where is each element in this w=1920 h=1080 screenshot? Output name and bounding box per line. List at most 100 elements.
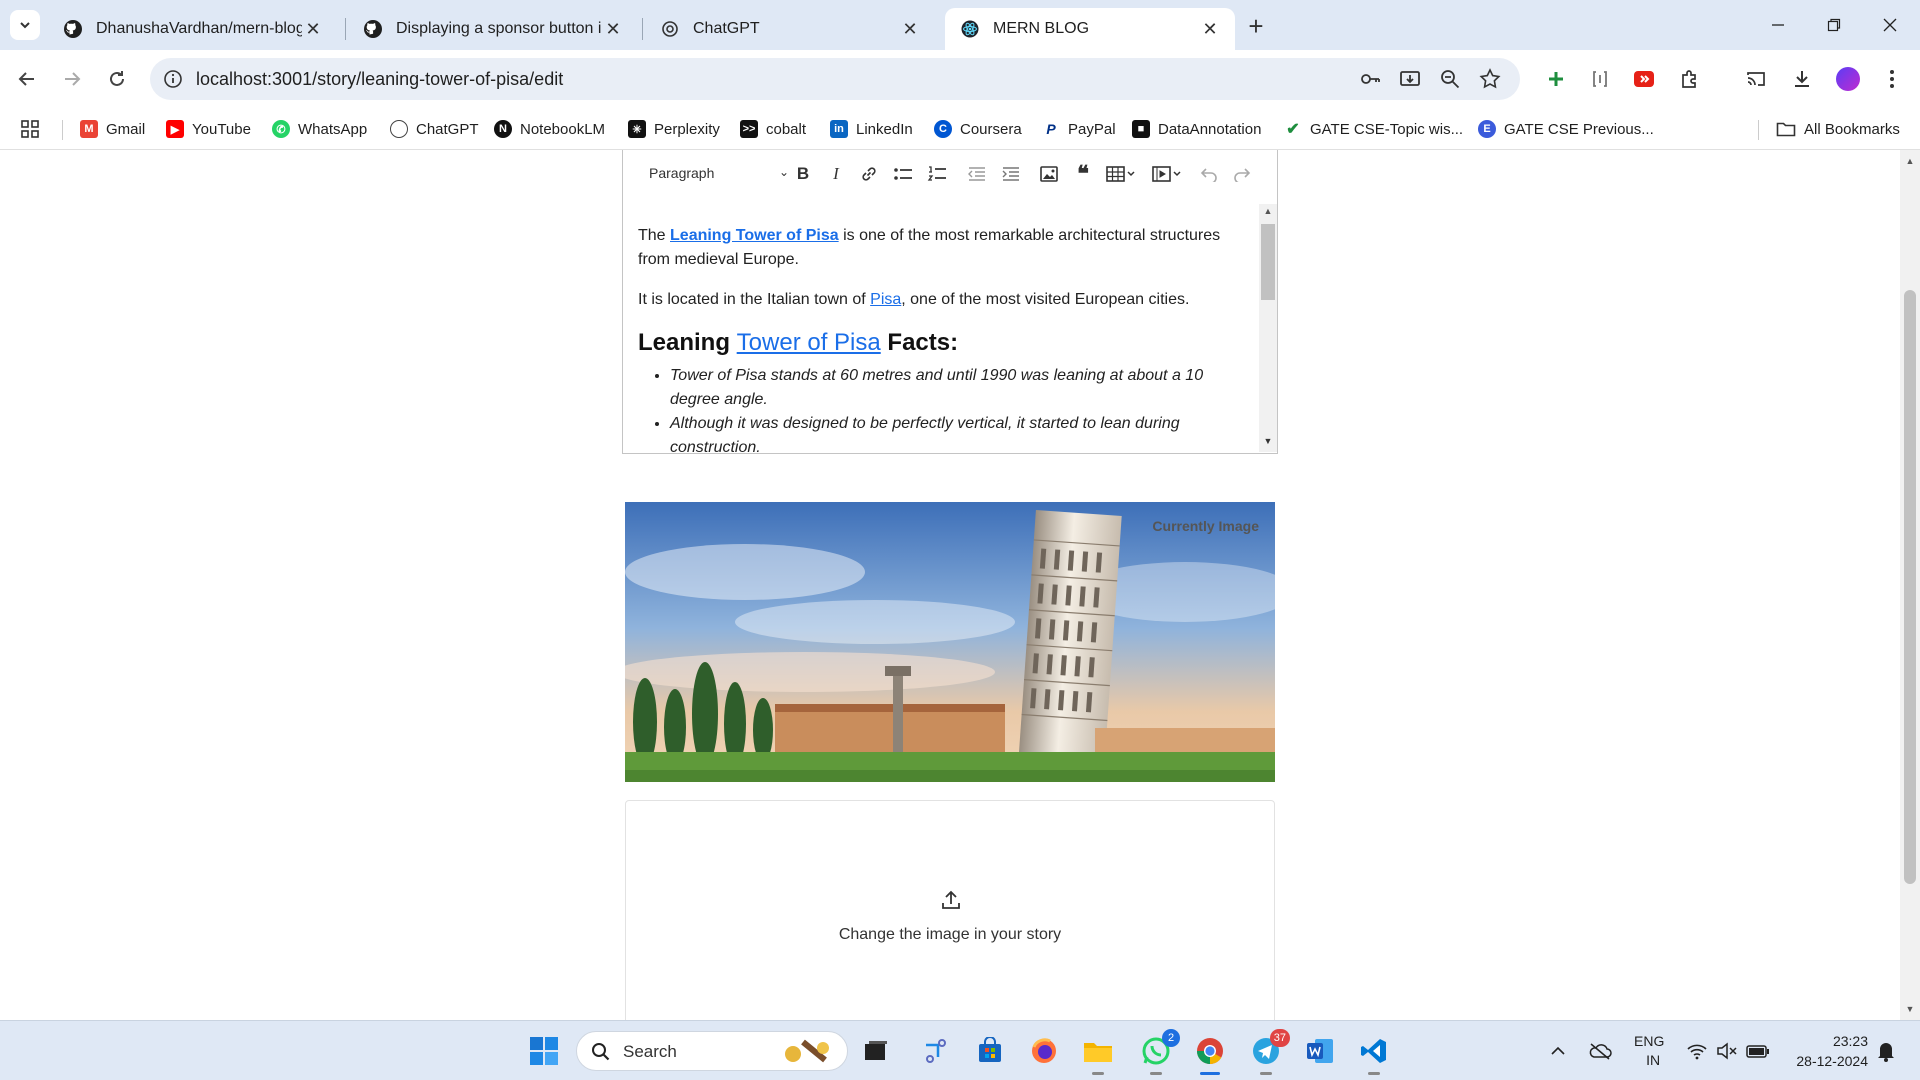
- bookmark-coursera[interactable]: C Coursera: [934, 114, 1022, 144]
- insert-media-button[interactable]: [1147, 160, 1187, 188]
- close-tab-icon[interactable]: ✕: [602, 18, 624, 40]
- download-icon[interactable]: [1788, 65, 1816, 93]
- running-indicator: [1150, 1072, 1162, 1075]
- minimize-button[interactable]: [1750, 0, 1806, 50]
- apps-grid-icon[interactable]: [20, 114, 40, 144]
- cast-icon[interactable]: [1742, 65, 1770, 93]
- close-window-button[interactable]: [1862, 0, 1918, 50]
- undo-button[interactable]: [1195, 160, 1223, 188]
- all-bookmarks[interactable]: All Bookmarks: [1776, 114, 1900, 144]
- microsoft-store-button[interactable]: [972, 1033, 1008, 1069]
- block-format-select[interactable]: Paragraph ⌄: [637, 156, 797, 190]
- outdent-icon: [968, 167, 985, 181]
- battery-status[interactable]: [1746, 1021, 1770, 1080]
- extensions-puzzle-icon[interactable]: [1676, 65, 1704, 93]
- tab-mern-blog[interactable]: MERN BLOG ✕: [945, 8, 1235, 50]
- tab-search-button[interactable]: [10, 10, 40, 40]
- link-pisa[interactable]: Pisa: [870, 291, 901, 308]
- tab-mern-blog-repo[interactable]: DhanushaVardhan/mern-blog ✕: [48, 8, 338, 50]
- editor-scrollbar[interactable]: ▲ ▼: [1259, 204, 1277, 452]
- dataannotation-icon: ■: [1132, 120, 1150, 138]
- redo-button[interactable]: [1228, 160, 1256, 188]
- more-menu-icon[interactable]: [1878, 65, 1906, 93]
- whatsapp-button[interactable]: 2: [1138, 1029, 1180, 1075]
- bookmark-star-icon[interactable]: [1478, 67, 1502, 91]
- link-button[interactable]: [855, 160, 883, 188]
- url-text[interactable]: localhost:3001/story/leaning-tower-of-pi…: [196, 69, 563, 90]
- password-key-icon[interactable]: [1358, 67, 1382, 91]
- show-hidden-icons[interactable]: [1550, 1021, 1566, 1080]
- scroll-down-arrow-icon[interactable]: ▼: [1259, 436, 1277, 450]
- editor-content[interactable]: The Leaning Tower of Pisa is one of the …: [623, 204, 1261, 452]
- restore-button[interactable]: [1806, 0, 1862, 50]
- indent-icon: [1002, 167, 1019, 181]
- windows-logo-icon: [530, 1037, 558, 1065]
- network-status[interactable]: [1686, 1021, 1708, 1080]
- scroll-down-arrow-icon[interactable]: ▼: [1900, 1000, 1920, 1018]
- extension-bracket-icon[interactable]: [1586, 65, 1614, 93]
- profile-avatar[interactable]: [1834, 65, 1862, 93]
- bookmark-gmail[interactable]: M Gmail: [80, 114, 145, 144]
- insert-table-button[interactable]: [1101, 160, 1141, 188]
- close-tab-icon[interactable]: ✕: [899, 18, 921, 40]
- file-explorer-button[interactable]: [1080, 1033, 1116, 1075]
- taskbar-search[interactable]: Search: [576, 1031, 848, 1071]
- vscode-button[interactable]: [1356, 1033, 1392, 1075]
- tab-sponsor-button[interactable]: Displaying a sponsor button in ✕: [348, 8, 638, 50]
- bookmark-chatgpt[interactable]: ChatGPT: [390, 114, 479, 144]
- bookmark-whatsapp[interactable]: ✆ WhatsApp: [272, 114, 367, 144]
- onedrive-status[interactable]: [1588, 1021, 1612, 1080]
- telegram-button[interactable]: 37: [1248, 1029, 1290, 1075]
- bold-button[interactable]: B: [789, 160, 817, 188]
- editor-scroll-thumb[interactable]: [1261, 224, 1275, 300]
- address-bar[interactable]: localhost:3001/story/leaning-tower-of-pi…: [150, 58, 1520, 100]
- start-button[interactable]: [526, 1033, 562, 1069]
- bookmark-gate-previous[interactable]: E GATE CSE Previous...: [1478, 114, 1654, 144]
- bookmark-dataannotation[interactable]: ■ DataAnnotation: [1132, 114, 1261, 144]
- bookmark-linkedin[interactable]: in LinkedIn: [830, 114, 913, 144]
- numbered-list-button[interactable]: [923, 160, 951, 188]
- chrome-button[interactable]: [1192, 1033, 1228, 1075]
- link-tower-of-pisa[interactable]: Tower of Pisa: [737, 329, 881, 356]
- word-button[interactable]: [1302, 1033, 1338, 1069]
- bulleted-list-button[interactable]: [889, 160, 917, 188]
- bookmark-notebooklm[interactable]: N NotebookLM: [494, 114, 605, 144]
- tab-chatgpt[interactable]: ChatGPT ✕: [645, 8, 935, 50]
- task-view-button[interactable]: [858, 1033, 894, 1069]
- close-tab-icon[interactable]: ✕: [302, 18, 324, 40]
- new-tab-button[interactable]: +: [1242, 11, 1270, 41]
- insert-image-button[interactable]: [1035, 160, 1063, 188]
- youtube-extension-icon[interactable]: [1630, 65, 1658, 93]
- extension-plus-icon[interactable]: [1542, 65, 1570, 93]
- indent-button[interactable]: [997, 160, 1025, 188]
- italic-button[interactable]: I: [822, 160, 850, 188]
- clock[interactable]: 23:23 28-12-2024: [1782, 1021, 1868, 1080]
- scroll-up-arrow-icon[interactable]: ▲: [1900, 152, 1920, 170]
- link-leaning-tower[interactable]: Leaning Tower of Pisa: [670, 227, 839, 244]
- outdent-button[interactable]: [963, 160, 991, 188]
- page-scrollbar[interactable]: ▲ ▼: [1900, 150, 1920, 1020]
- volume-status[interactable]: [1716, 1021, 1738, 1080]
- bookmark-youtube[interactable]: ▶ YouTube: [166, 114, 251, 144]
- forward-button[interactable]: [57, 64, 87, 94]
- bookmark-gate-topic[interactable]: ✔ GATE CSE-Topic wis...: [1284, 114, 1463, 144]
- zoom-icon[interactable]: [1438, 67, 1462, 91]
- reload-button[interactable]: [102, 64, 132, 94]
- notifications-button[interactable]: [1876, 1021, 1896, 1080]
- language-indicator[interactable]: ENG IN: [1634, 1021, 1664, 1080]
- bookmark-paypal[interactable]: P PayPal: [1042, 114, 1116, 144]
- firefox-button[interactable]: [1026, 1033, 1062, 1069]
- bookmark-cobalt[interactable]: >> cobalt: [740, 114, 806, 144]
- image-upload-dropzone[interactable]: Change the image in your story: [625, 800, 1275, 1020]
- editor-toolbar: Paragraph ⌄ B I ❝: [623, 150, 1277, 202]
- bookmark-perplexity[interactable]: ✳ Perplexity: [628, 114, 720, 144]
- blockquote-button[interactable]: ❝: [1069, 160, 1097, 188]
- snipping-tool-button[interactable]: [918, 1033, 954, 1069]
- site-info-icon[interactable]: [162, 68, 184, 90]
- scroll-up-arrow-icon[interactable]: ▲: [1259, 206, 1277, 220]
- install-app-icon[interactable]: [1398, 67, 1422, 91]
- close-tab-icon[interactable]: ✕: [1199, 18, 1221, 40]
- page-scroll-thumb[interactable]: [1904, 290, 1916, 884]
- tab-divider: [345, 18, 346, 40]
- back-button[interactable]: [12, 64, 42, 94]
